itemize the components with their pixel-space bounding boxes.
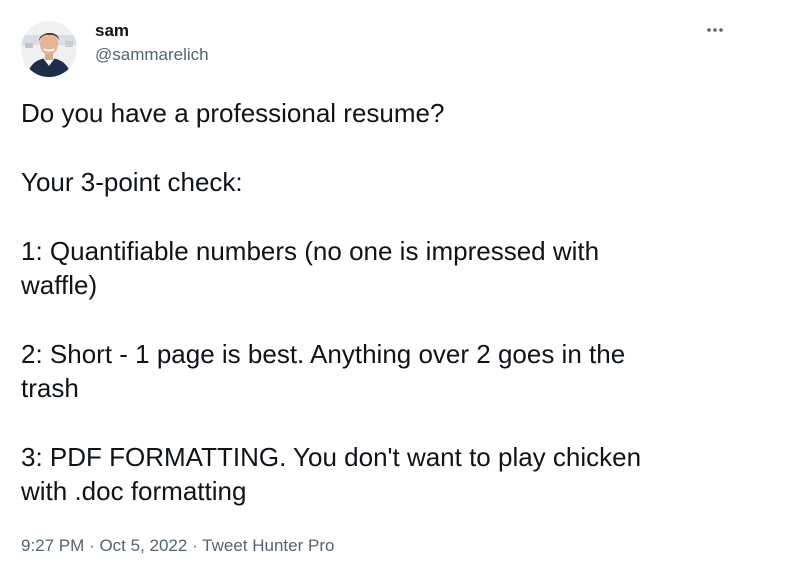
meta-separator: ·: [192, 536, 198, 555]
author-handle[interactable]: @sammarelich: [95, 45, 209, 65]
avatar[interactable]: [21, 21, 77, 77]
tweet-paragraph: Do you have a professional resume?: [21, 98, 445, 128]
more-options-button[interactable]: [700, 18, 730, 42]
tweet-source[interactable]: Tweet Hunter Pro: [202, 536, 334, 555]
tweet-meta: 9:27 PM · Oct 5, 2022 · Tweet Hunter Pro: [21, 535, 334, 557]
tweet: sam @sammarelich Do you have a professio…: [0, 0, 792, 572]
author-name[interactable]: sam: [95, 21, 129, 41]
profile-photo-icon: [21, 21, 77, 77]
tweet-paragraph: 2: Short - 1 page is best. Anything over…: [21, 339, 626, 403]
meta-separator: ·: [89, 536, 95, 555]
tweet-paragraph: 1: Quantifiable numbers (no one is impre…: [21, 236, 600, 300]
tweet-time[interactable]: 9:27 PM: [21, 536, 84, 555]
more-horizontal-icon: [707, 28, 723, 32]
tweet-paragraph: 3: PDF FORMATTING. You don't want to pla…: [21, 442, 642, 506]
tweet-text: Do you have a professional resume? Your …: [21, 96, 761, 543]
tweet-paragraph: Your 3-point check:: [21, 167, 243, 197]
tweet-date[interactable]: Oct 5, 2022: [99, 536, 187, 555]
